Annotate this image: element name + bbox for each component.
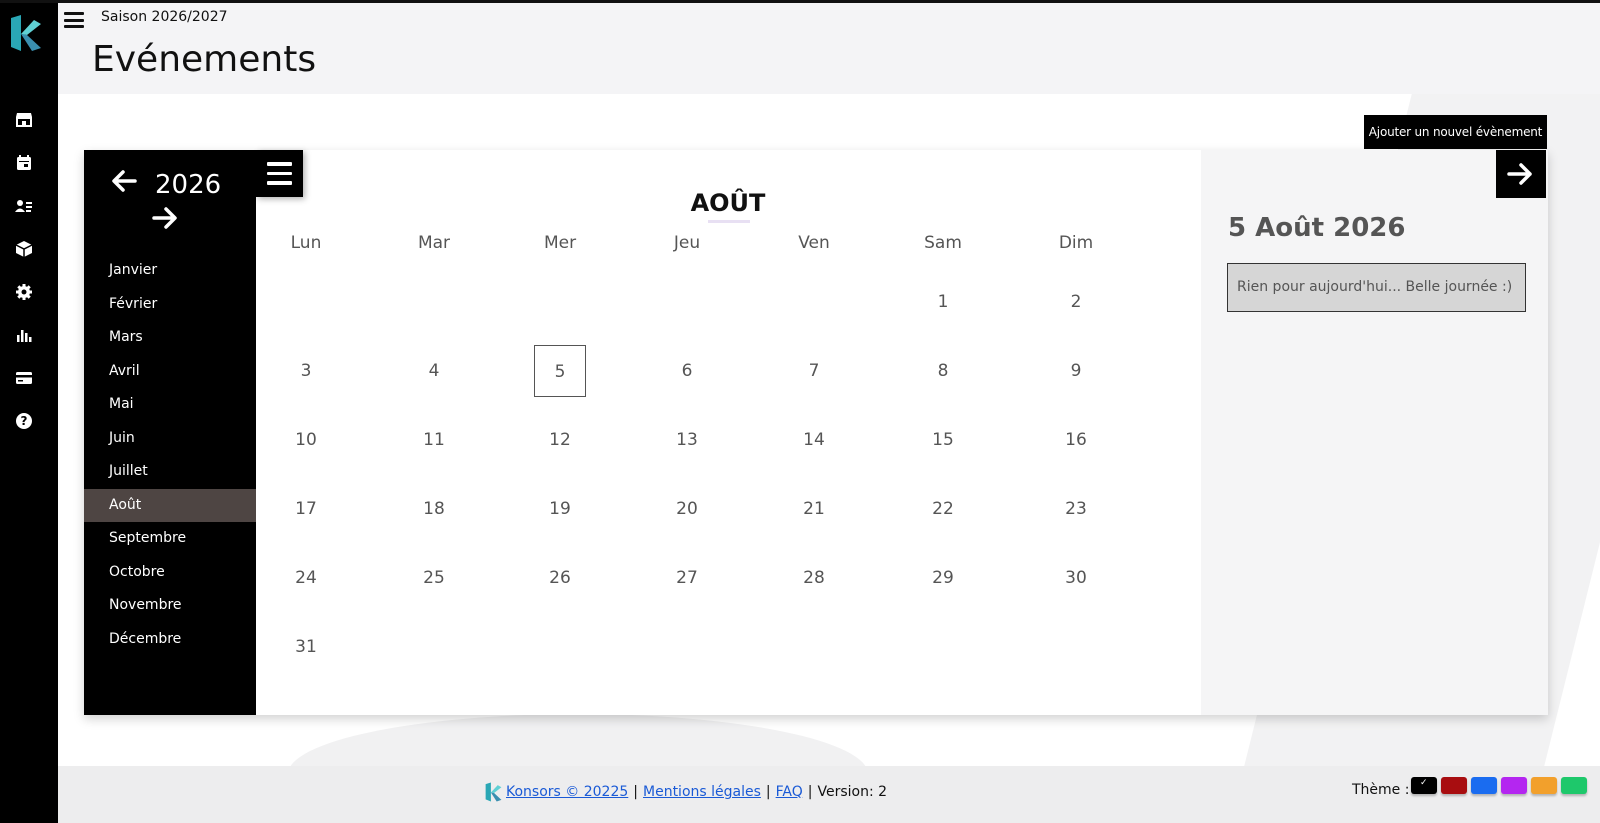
calendar-card: 2026 Janvier Février Mars Avril Mai Juin Juill… [84,150,1548,715]
version-label: Version: 2 [817,784,888,800]
footer: Konsors © 20225 | Mentions légales | FAQ… [58,766,1600,823]
calendar-menu-button[interactable] [256,150,303,197]
selected-day-cell[interactable]: 5 [534,345,586,397]
day-cell[interactable]: 31 [280,621,332,673]
month-item[interactable]: Février [84,288,256,321]
day-cell[interactable]: 2 [1050,276,1102,328]
arrow-right-icon [1507,163,1532,185]
day-cell[interactable]: 20 [661,483,713,535]
konsors-logo[interactable] [8,14,42,52]
theme-swatch-red[interactable] [1441,777,1467,794]
weekday-header: Sam [924,233,962,253]
nav-rail: ? [0,3,58,823]
footer-links: Konsors © 20225 | Mentions légales | FAQ… [484,782,887,802]
day-cell[interactable]: 9 [1050,345,1102,397]
day-cell[interactable]: 11 [408,414,460,466]
day-cell[interactable]: 19 [534,483,586,535]
day-detail-panel: 5 Août 2026 Rien pour aujourd'hui... Bel… [1201,150,1548,715]
day-cell[interactable]: 28 [788,552,840,604]
theme-swatch-purple[interactable] [1501,777,1527,794]
faq-link[interactable]: FAQ [776,784,803,800]
box-icon[interactable] [15,240,33,258]
year-label: 2026 [155,170,222,200]
month-item[interactable]: Août [84,488,256,522]
page-title: Evénements [92,39,317,80]
credit-card-icon[interactable] [15,369,33,387]
title-underline [708,220,750,223]
month-item[interactable]: Juin [84,422,256,455]
no-event-message: Rien pour aujourd'hui... Belle journée :… [1227,263,1526,312]
selected-date: 5 Août 2026 [1228,213,1406,243]
theme-swatch-green[interactable] [1561,777,1587,794]
day-cell[interactable]: 15 [917,414,969,466]
weekday-header: Mar [417,233,451,253]
day-cell[interactable]: 1 [917,276,969,328]
next-year-arrow-icon[interactable] [151,204,179,232]
add-event-button[interactable]: Ajouter un nouvel évènement [1364,115,1547,149]
month-item[interactable]: Avril [84,355,256,388]
month-title: AOÛT [690,189,766,217]
theme-swatch-orange[interactable] [1531,777,1557,794]
day-cell[interactable]: 4 [408,345,460,397]
month-item[interactable]: Décembre [84,623,256,656]
main-area: Saison 2026/2027 Evénements Ajouter un n… [58,3,1600,823]
separator: | [633,784,638,800]
svg-text:?: ? [21,414,28,428]
weekday-header: Jeu [673,233,701,253]
day-cell[interactable]: 27 [661,552,713,604]
help-icon[interactable]: ? [15,412,33,430]
bar-chart-icon[interactable] [15,326,33,344]
content-area: Ajouter un nouvel évènement 2026 Janvier… [58,94,1600,823]
theme-swatch-blue[interactable] [1471,777,1497,794]
day-cell[interactable]: 16 [1050,414,1102,466]
day-cell[interactable]: 21 [788,483,840,535]
month-item[interactable]: Mai [84,388,256,421]
brand-link[interactable]: Konsors © 20225 [506,784,628,800]
day-cell[interactable]: 7 [788,345,840,397]
month-item[interactable]: Octobre [84,556,256,589]
contacts-icon[interactable] [15,197,33,215]
day-cell[interactable]: 29 [917,552,969,604]
weekday-header: Ven [798,233,830,253]
day-cell[interactable]: 18 [408,483,460,535]
store-icon[interactable] [15,110,33,128]
separator: | [765,784,771,800]
day-cell[interactable]: 23 [1050,483,1102,535]
weekday-header: Lun [290,233,322,253]
day-cell[interactable]: 12 [534,414,586,466]
month-item[interactable]: Novembre [84,589,256,622]
day-cell[interactable]: 17 [280,483,332,535]
previous-year-arrow-icon[interactable] [110,167,138,195]
day-cell[interactable]: 14 [788,414,840,466]
day-cell[interactable]: 10 [280,414,332,466]
day-cell[interactable]: 8 [917,345,969,397]
gear-icon[interactable] [15,283,33,301]
calendar-icon[interactable] [15,154,33,172]
day-cell[interactable]: 24 [280,552,332,604]
months-panel: 2026 Janvier Février Mars Avril Mai Juin Juill… [84,150,256,715]
legal-link[interactable]: Mentions légales [643,784,761,800]
day-cell[interactable]: 26 [534,552,586,604]
weekday-header: Dim [1058,233,1094,253]
day-cell[interactable]: 30 [1050,552,1102,604]
month-item[interactable]: Juillet [84,455,256,488]
day-cell[interactable]: 3 [280,345,332,397]
theme-swatch-black[interactable]: ✓ [1411,777,1437,794]
day-cell[interactable]: 13 [661,414,713,466]
konsors-logo-icon [485,782,502,802]
next-month-button[interactable] [1496,150,1546,198]
menu-toggle-icon[interactable] [64,12,84,28]
theme-label: Thème : [1352,782,1410,798]
page-header: Saison 2026/2027 Evénements [58,3,1600,94]
day-cell[interactable]: 6 [661,345,713,397]
check-icon: ✓ [1420,778,1428,788]
season-label: Saison 2026/2027 [101,9,228,25]
month-item[interactable]: Septembre [84,522,256,555]
month-item[interactable]: Janvier [84,254,256,287]
weekday-header: Mer [543,233,577,253]
separator: | [807,784,813,800]
month-item[interactable]: Mars [84,321,256,354]
day-cell[interactable]: 25 [408,552,460,604]
day-cell[interactable]: 22 [917,483,969,535]
